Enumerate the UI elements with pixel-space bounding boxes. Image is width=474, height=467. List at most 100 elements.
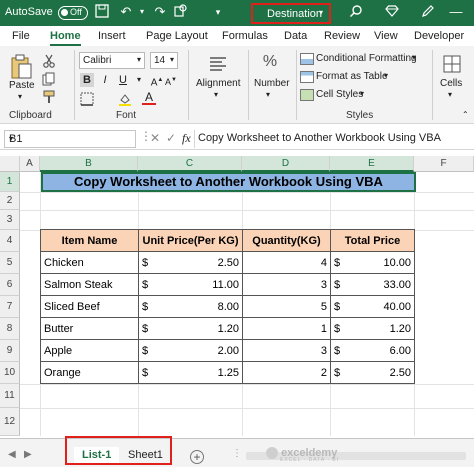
tab-review[interactable]: Review <box>324 30 360 42</box>
insert-function-button[interactable]: fx <box>182 131 191 146</box>
quantity-cell[interactable]: 3 <box>242 273 331 296</box>
quantity-cell[interactable]: 5 <box>242 295 331 318</box>
redo-icon[interactable]: ↷ <box>152 4 168 20</box>
unit-price-cell[interactable]: $2.00 <box>138 339 243 362</box>
quantity-cell[interactable]: 3 <box>242 339 331 362</box>
item-name-cell[interactable]: Butter <box>40 317 139 340</box>
undo-dropdown-icon[interactable]: ▾ <box>134 4 150 20</box>
customize-toolbar-icon[interactable]: ▾ <box>210 4 226 20</box>
row-header[interactable]: 1 <box>0 172 20 192</box>
total-price-cell[interactable]: $33.00 <box>330 273 415 296</box>
unit-price-cell[interactable]: $11.00 <box>138 273 243 296</box>
diamond-icon[interactable] <box>384 4 400 20</box>
header-total-price[interactable]: Total Price <box>330 229 415 252</box>
row-header[interactable]: 5 <box>0 252 20 274</box>
save-icon[interactable] <box>94 4 110 20</box>
column-header-f[interactable]: F <box>414 156 474 172</box>
tab-home[interactable]: Home <box>50 30 81 46</box>
tab-insert[interactable]: Insert <box>98 30 126 42</box>
total-price-cell[interactable]: $1.20 <box>330 317 415 340</box>
alignment-icon[interactable] <box>208 54 228 77</box>
collapse-ribbon-icon[interactable]: ⌃ <box>462 110 469 119</box>
column-header-b[interactable]: B <box>40 156 138 172</box>
conditional-formatting-dropdown-icon[interactable]: ▾ <box>412 53 416 62</box>
cell-styles-dropdown-icon[interactable]: ▾ <box>360 89 364 98</box>
name-box[interactable]: B1 ▾ <box>4 130 136 148</box>
tab-developer[interactable]: Developer <box>414 30 464 42</box>
column-header-d[interactable]: D <box>242 156 330 172</box>
italic-button[interactable]: I <box>98 73 112 87</box>
cut-icon[interactable] <box>42 54 56 71</box>
add-sheet-icon[interactable]: + <box>190 450 204 464</box>
shape-icon[interactable] <box>172 4 188 20</box>
tab-data[interactable]: Data <box>284 30 307 42</box>
font-color-icon[interactable]: A <box>142 90 156 105</box>
undo-icon[interactable]: ↶ <box>118 4 134 20</box>
total-price-cell[interactable]: $2.50 <box>330 361 415 384</box>
item-name-cell[interactable]: Sliced Beef <box>40 295 139 318</box>
row-header[interactable]: 12 <box>0 408 20 436</box>
item-name-cell[interactable]: Orange <box>40 361 139 384</box>
cancel-icon[interactable]: ✕ <box>150 131 160 145</box>
row-header[interactable]: 6 <box>0 274 20 296</box>
cells-button[interactable]: Cells <box>440 78 462 89</box>
format-as-table-button[interactable]: Format as Table <box>316 71 388 82</box>
header-item-name[interactable]: Item Name <box>40 229 139 252</box>
row-header[interactable]: 9 <box>0 340 20 362</box>
cell-styles-button[interactable]: Cell Styles <box>316 89 363 100</box>
font-size-select[interactable]: 14 ▾ <box>150 52 178 69</box>
item-name-cell[interactable]: Chicken <box>40 251 139 274</box>
select-all-corner[interactable] <box>0 156 20 172</box>
row-header[interactable]: 3 <box>0 210 20 230</box>
tab-bar-grip-icon[interactable]: ⋮ <box>232 448 242 459</box>
format-painter-icon[interactable] <box>42 90 56 107</box>
total-price-cell[interactable]: $10.00 <box>330 251 415 274</box>
format-as-table-dropdown-icon[interactable]: ▾ <box>384 71 388 80</box>
conditional-formatting-button[interactable]: Conditional Formatting <box>316 53 417 64</box>
tab-file[interactable]: File <box>12 30 30 42</box>
row-header[interactable]: 8 <box>0 318 20 340</box>
alignment-button[interactable]: Alignment <box>196 78 240 89</box>
column-header-e[interactable]: E <box>330 156 414 172</box>
row-header[interactable]: 2 <box>0 192 20 210</box>
font-name-select[interactable]: Calibri ▾ <box>79 52 145 69</box>
cells-dropdown-icon[interactable]: ▾ <box>448 90 452 99</box>
row-header[interactable]: 10 <box>0 362 20 384</box>
number-dropdown-icon[interactable]: ▾ <box>266 90 270 99</box>
quantity-cell[interactable]: 1 <box>242 317 331 340</box>
alignment-dropdown-icon[interactable]: ▾ <box>214 90 218 99</box>
total-price-cell[interactable]: $6.00 <box>330 339 415 362</box>
autosave-toggle[interactable]: Off <box>58 6 88 20</box>
unit-price-cell[interactable]: $2.50 <box>138 251 243 274</box>
row-header[interactable]: 7 <box>0 296 20 318</box>
copy-icon[interactable] <box>42 72 56 89</box>
tab-view[interactable]: View <box>374 30 398 42</box>
total-price-cell[interactable]: $40.00 <box>330 295 415 318</box>
unit-price-cell[interactable]: $1.25 <box>138 361 243 384</box>
paste-dropdown-icon[interactable]: ▾ <box>18 92 22 101</box>
row-header[interactable]: 4 <box>0 230 20 252</box>
workbook-name-box[interactable]: Destination ▾ <box>251 3 331 24</box>
number-button[interactable]: Number <box>254 78 290 89</box>
borders-icon[interactable] <box>80 92 94 109</box>
underline-button[interactable]: U <box>116 73 130 87</box>
decrease-font-icon[interactable]: A▼ <box>164 73 178 87</box>
unit-price-cell[interactable]: $1.20 <box>138 317 243 340</box>
item-name-cell[interactable]: Salmon Steak <box>40 273 139 296</box>
minimize-icon[interactable]: — <box>448 4 464 20</box>
sheet-title-cell[interactable]: Copy Worksheet to Another Workbook Using… <box>41 172 416 192</box>
header-unit-price[interactable]: Unit Price(Per KG) <box>138 229 243 252</box>
column-header-a[interactable]: A <box>20 156 40 172</box>
tab-formulas[interactable]: Formulas <box>222 30 268 42</box>
item-name-cell[interactable]: Apple <box>40 339 139 362</box>
row-header[interactable]: 11 <box>0 384 20 408</box>
tab-page-layout[interactable]: Page Layout <box>146 30 208 42</box>
paste-button[interactable]: Paste <box>9 80 35 91</box>
unit-price-cell[interactable]: $8.00 <box>138 295 243 318</box>
cells-icon[interactable] <box>442 54 462 77</box>
fill-color-icon[interactable] <box>118 92 132 109</box>
formula-input[interactable]: Copy Worksheet to Another Workbook Using… <box>198 132 441 144</box>
search-icon[interactable] <box>348 4 364 20</box>
quantity-cell[interactable]: 2 <box>242 361 331 384</box>
quantity-cell[interactable]: 4 <box>242 251 331 274</box>
